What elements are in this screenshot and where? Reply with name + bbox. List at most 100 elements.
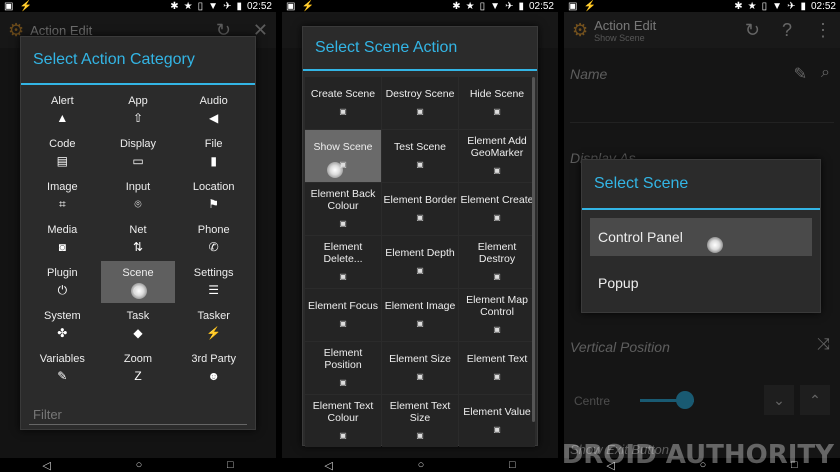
warning-icon: ▲ [56, 111, 69, 125]
action-element-size[interactable]: Element Size ▣ [382, 342, 458, 394]
star-icon: ★ [465, 0, 475, 12]
category-variables[interactable]: Variables ✎ [25, 347, 100, 389]
plug-icon: ⏻ [57, 282, 68, 297]
action-element-focus[interactable]: Element Focus ▣ [305, 289, 381, 341]
action-element-delete[interactable]: Element Delete... ▣ [305, 236, 381, 288]
category-plugin[interactable]: Plugin ⏻ [25, 261, 100, 303]
category-file[interactable]: File ▮ [176, 132, 251, 174]
image-icon: ▣ [416, 431, 424, 440]
image-icon: ▣ [416, 372, 424, 381]
action-hide-scene[interactable]: Hide Scene ▣ [459, 77, 535, 129]
category-tasker[interactable]: Tasker ⚡ [176, 304, 251, 346]
speaker-icon: ◀ [209, 111, 219, 125]
action-destroy-scene[interactable]: Destroy Scene ▣ [382, 77, 458, 129]
back-icon[interactable]: ◁ [324, 459, 332, 472]
mouse-icon: ⌾ [134, 196, 142, 211]
action-element-destroy[interactable]: Element Destroy ▣ [459, 236, 535, 288]
scrollbar[interactable] [532, 77, 535, 422]
category-label: Tasker [197, 310, 230, 322]
scene-option-control-panel[interactable]: Control Panel [590, 218, 812, 256]
action-element-map-control[interactable]: Element Map Control ▣ [459, 289, 535, 341]
nav-bar: ◁ ○ □ [282, 458, 558, 472]
dialog-title: Select Scene [582, 160, 820, 210]
category-system[interactable]: System ✤ [25, 304, 100, 346]
image-icon: ▣ [493, 372, 501, 381]
android-icon: ✤ [57, 326, 68, 340]
action-label: Element Destroy [477, 241, 517, 265]
image-icon: ▣ [339, 431, 347, 440]
screen-select-scene-action: ▣ ⚡ ✱ ★ ▯ ▼ ✈ ▮ 02:52 Select Scene Action… [282, 0, 558, 472]
status-bar: ▣ ⚡ ✱ ★ ▯ ▼ ✈ ▮ 02:52 [282, 0, 558, 12]
action-label: Destroy Scene [385, 88, 455, 100]
category-net[interactable]: Net ⇅ [100, 218, 176, 260]
category-label: Location [192, 181, 235, 193]
category-code[interactable]: Code ▤ [25, 132, 100, 174]
status-time: 02:52 [246, 0, 272, 12]
battery-icon: ▮ [800, 0, 806, 12]
category-label: Media [47, 224, 78, 236]
action-element-depth[interactable]: Element Depth ▣ [382, 236, 458, 288]
diamond-icon: ◆ [133, 326, 143, 340]
nav-bar: ◁ ○ □ [0, 458, 276, 472]
category-phone[interactable]: Phone ✆ [176, 218, 251, 260]
recents-icon[interactable]: □ [227, 459, 234, 471]
category-app[interactable]: App ⇧ [100, 89, 176, 131]
action-test-scene[interactable]: Test Scene ▣ [382, 130, 458, 182]
category-alert[interactable]: Alert ▲ [25, 89, 100, 131]
category-audio[interactable]: Audio ◀ [176, 89, 251, 131]
image-icon: ▣ [339, 378, 347, 387]
bluetooth-icon: ✱ [734, 0, 743, 12]
action-element-image[interactable]: Element Image ▣ [382, 289, 458, 341]
phone-icon: ✆ [208, 240, 219, 254]
recents-icon[interactable]: □ [509, 459, 516, 471]
action-element-back-colour[interactable]: Element Back Colour ▣ [305, 183, 381, 235]
wifi-icon: ▼ [772, 0, 783, 12]
home-icon[interactable]: ○ [418, 459, 425, 471]
bolt-notification-icon: ⚡ [301, 0, 314, 12]
action-element-add-geomarker[interactable]: Element Add GeoMarker ▣ [459, 130, 535, 182]
action-element-border[interactable]: Element Border ▣ [382, 183, 458, 235]
category-label: File [204, 138, 223, 150]
action-label: Element Depth [385, 247, 455, 259]
action-element-text-colour[interactable]: Element Text Colour ▣ [305, 395, 381, 447]
vibrate-icon: ▯ [479, 0, 486, 12]
category-label: Settings [193, 267, 234, 279]
category-label: Input [125, 180, 151, 193]
action-create-scene[interactable]: Create Scene ▣ [305, 77, 381, 129]
image-icon: ▣ [339, 219, 347, 228]
action-element-text[interactable]: Element Text ▣ [459, 342, 535, 394]
action-label: Test Scene [394, 141, 446, 153]
category-media[interactable]: Media ◙ [25, 218, 100, 260]
category-settings[interactable]: Settings ☰ [176, 261, 251, 303]
action-element-text-size[interactable]: Element Text Size ▣ [382, 395, 458, 447]
category-input[interactable]: Input ⌾ [100, 175, 176, 217]
action-show-scene[interactable]: Show Scene ▣ [305, 130, 381, 182]
filter-input[interactable]: Filter [29, 403, 247, 425]
action-element-position[interactable]: Element Position ▣ [305, 342, 381, 394]
screen-select-action-category: ▣⚡ ✱ ★ ▯ ▼ ✈ ▮ 02:52 ⚙ Action Edit ↻✕ Se… [0, 0, 276, 472]
category-3rd-party[interactable]: 3rd Party ☻ [176, 347, 251, 389]
image-icon: ▣ [339, 319, 347, 328]
status-time: 02:52 [810, 0, 836, 12]
category-display[interactable]: Display ▭ [100, 132, 176, 174]
action-element-value[interactable]: Element Value ▣ [459, 395, 535, 447]
category-label: Scene [122, 267, 154, 279]
image-notification-icon: ▣ [4, 0, 14, 12]
monitor-icon: ▭ [132, 154, 144, 168]
back-icon[interactable]: ◁ [42, 459, 50, 472]
category-zoom[interactable]: Zoom Z [100, 347, 176, 389]
category-location[interactable]: Location ⚑ [176, 175, 251, 217]
scene-option-popup[interactable]: Popup [590, 264, 812, 302]
star-icon: ★ [747, 0, 757, 12]
airplane-icon: ✈ [787, 0, 796, 12]
camera-icon: ◙ [58, 240, 66, 254]
category-label: App [128, 95, 148, 107]
category-scene[interactable]: Scene◉ [100, 261, 176, 303]
home-icon[interactable]: ○ [136, 459, 143, 471]
category-task[interactable]: Task ◆ [100, 304, 176, 346]
action-element-create[interactable]: Element Create ▣ [459, 183, 535, 235]
category-label: Alert [51, 95, 74, 107]
star-icon: ★ [183, 0, 193, 12]
category-label: Zoom [123, 353, 153, 365]
category-image[interactable]: Image ⌗ [25, 175, 100, 217]
